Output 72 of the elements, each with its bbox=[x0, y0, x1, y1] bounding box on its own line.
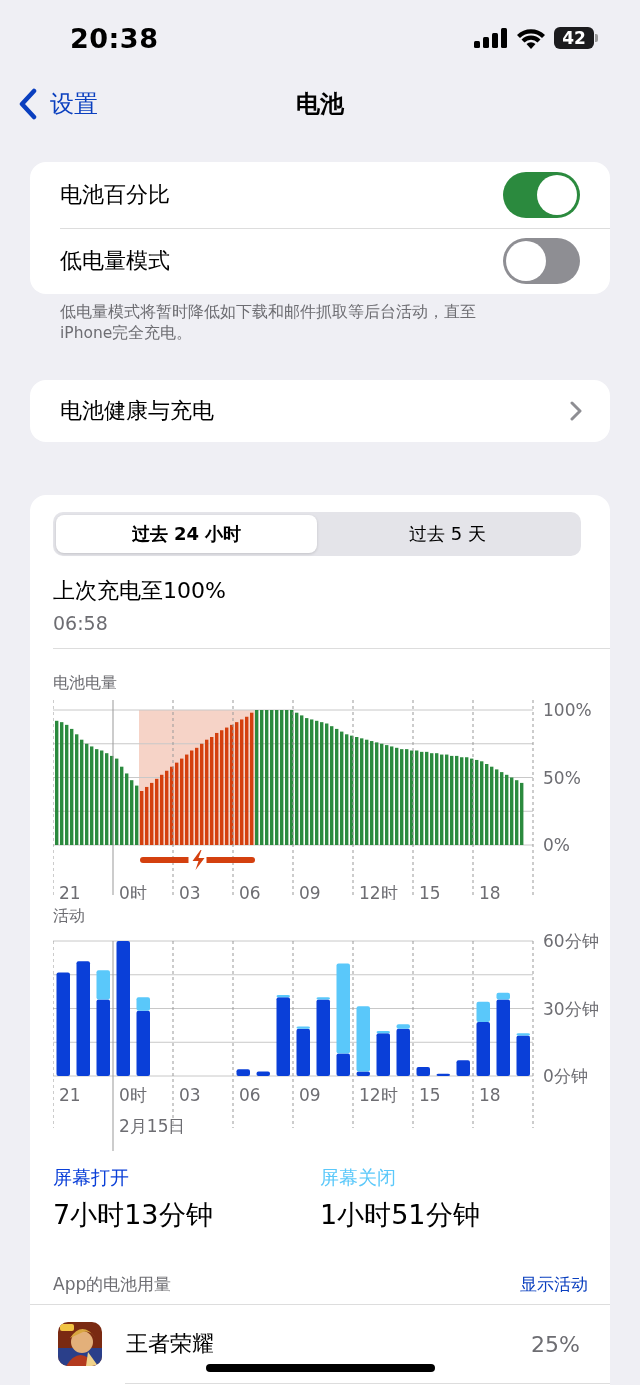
segment-tab[interactable]: 过去 5 天 bbox=[317, 515, 578, 553]
last-charge-time: 06:58 bbox=[53, 612, 109, 634]
chart-title: 活动 bbox=[53, 906, 86, 927]
screen-off-bar bbox=[516, 1033, 530, 1036]
status-time: 20:38 bbox=[70, 22, 160, 54]
row-label: 电池健康与充电 bbox=[60, 397, 214, 425]
axis-label: 50% bbox=[543, 767, 581, 788]
screen-off-bar bbox=[496, 992, 510, 1000]
screen-on-bar bbox=[376, 1033, 390, 1076]
axis-label: 100% bbox=[543, 700, 592, 720]
axis-label: 21 bbox=[59, 1085, 81, 1105]
axis-label: 0% bbox=[543, 835, 570, 855]
screen-on-bar bbox=[256, 1071, 270, 1076]
axis-label: 09 bbox=[299, 1085, 321, 1105]
footnote-text: 低电量模式将暂时降低如下载和邮件抓取等后台活动，直至iPhone完全充电。 bbox=[60, 302, 477, 344]
screen-off-bar bbox=[376, 1031, 390, 1034]
signal-icon bbox=[474, 28, 508, 48]
axis-label: 21 bbox=[59, 883, 81, 900]
axis-label: 0时 bbox=[119, 1085, 147, 1105]
back-button[interactable]: 设置 bbox=[18, 88, 98, 120]
screen-on-bar bbox=[436, 1073, 450, 1076]
toggle-switch[interactable] bbox=[503, 238, 580, 284]
usage-percent: 25% bbox=[531, 1331, 580, 1357]
screen-off-bar bbox=[476, 1001, 490, 1022]
screen-on-bar bbox=[296, 1028, 310, 1076]
screen-off-bar bbox=[356, 1006, 370, 1072]
axis-label: 30分钟 bbox=[543, 998, 599, 1019]
axis-label: 0分钟 bbox=[543, 1066, 588, 1086]
screen-on-bar bbox=[236, 1069, 250, 1076]
screen-off-bar bbox=[296, 1026, 310, 1029]
battery-health-row[interactable]: 电池健康与充电 bbox=[30, 380, 610, 442]
screen-off-bar bbox=[96, 970, 110, 1000]
axis-label: 15 bbox=[419, 883, 441, 900]
axis-label: 03 bbox=[179, 883, 201, 900]
axis-label: 06 bbox=[239, 883, 261, 900]
screen-on-bar bbox=[336, 1053, 350, 1076]
axis-label: 03 bbox=[179, 1085, 201, 1105]
screen-off-bar bbox=[316, 997, 330, 1000]
axis-label: 12时 bbox=[359, 1085, 398, 1105]
screen-off-bar bbox=[396, 1024, 410, 1029]
screen-off-bar bbox=[136, 997, 150, 1011]
duration-value: 1小时51分钟 bbox=[320, 1198, 481, 1232]
screen-off-bar bbox=[276, 995, 290, 998]
last-charge-title: 上次充电至100% bbox=[53, 577, 227, 605]
setting-label: 低电量模式 bbox=[60, 247, 170, 275]
duration-value: 7小时13分钟 bbox=[53, 1198, 214, 1232]
wifi-icon bbox=[516, 27, 546, 49]
legend-label: 屏幕打开 bbox=[53, 1165, 130, 1190]
date-label: 2月15日 bbox=[119, 1116, 186, 1136]
page-title: 电池 bbox=[296, 90, 344, 118]
axis-label: 06 bbox=[239, 1085, 261, 1105]
axis-label: 15 bbox=[419, 1085, 441, 1105]
app-name: 王者荣耀 bbox=[126, 1330, 215, 1358]
axis-label: 09 bbox=[299, 883, 321, 900]
section-header: App的电池用量 bbox=[53, 1273, 172, 1296]
toggle-switch[interactable] bbox=[503, 172, 580, 218]
screen-on-bar bbox=[516, 1035, 530, 1076]
axis-label: 60分钟 bbox=[543, 933, 599, 951]
chevron-left-icon bbox=[18, 88, 38, 120]
screen-on-bar bbox=[476, 1022, 490, 1076]
segment-tab[interactable]: 过去 24 小时 bbox=[56, 515, 317, 553]
chart-title: 电池电量 bbox=[53, 673, 118, 694]
screen-on-bar bbox=[136, 1010, 150, 1076]
legend-label: 屏幕关闭 bbox=[320, 1165, 397, 1190]
screen-on-bar bbox=[416, 1067, 430, 1076]
chevron-right-icon bbox=[570, 401, 582, 421]
axis-label: 18 bbox=[479, 883, 501, 900]
screen-on-bar bbox=[396, 1028, 410, 1076]
show-activity-link[interactable]: 显示活动 bbox=[520, 1273, 588, 1296]
setting-label: 电池百分比 bbox=[60, 181, 170, 209]
axis-label: 18 bbox=[479, 1085, 501, 1105]
screen-on-bar bbox=[456, 1060, 470, 1076]
